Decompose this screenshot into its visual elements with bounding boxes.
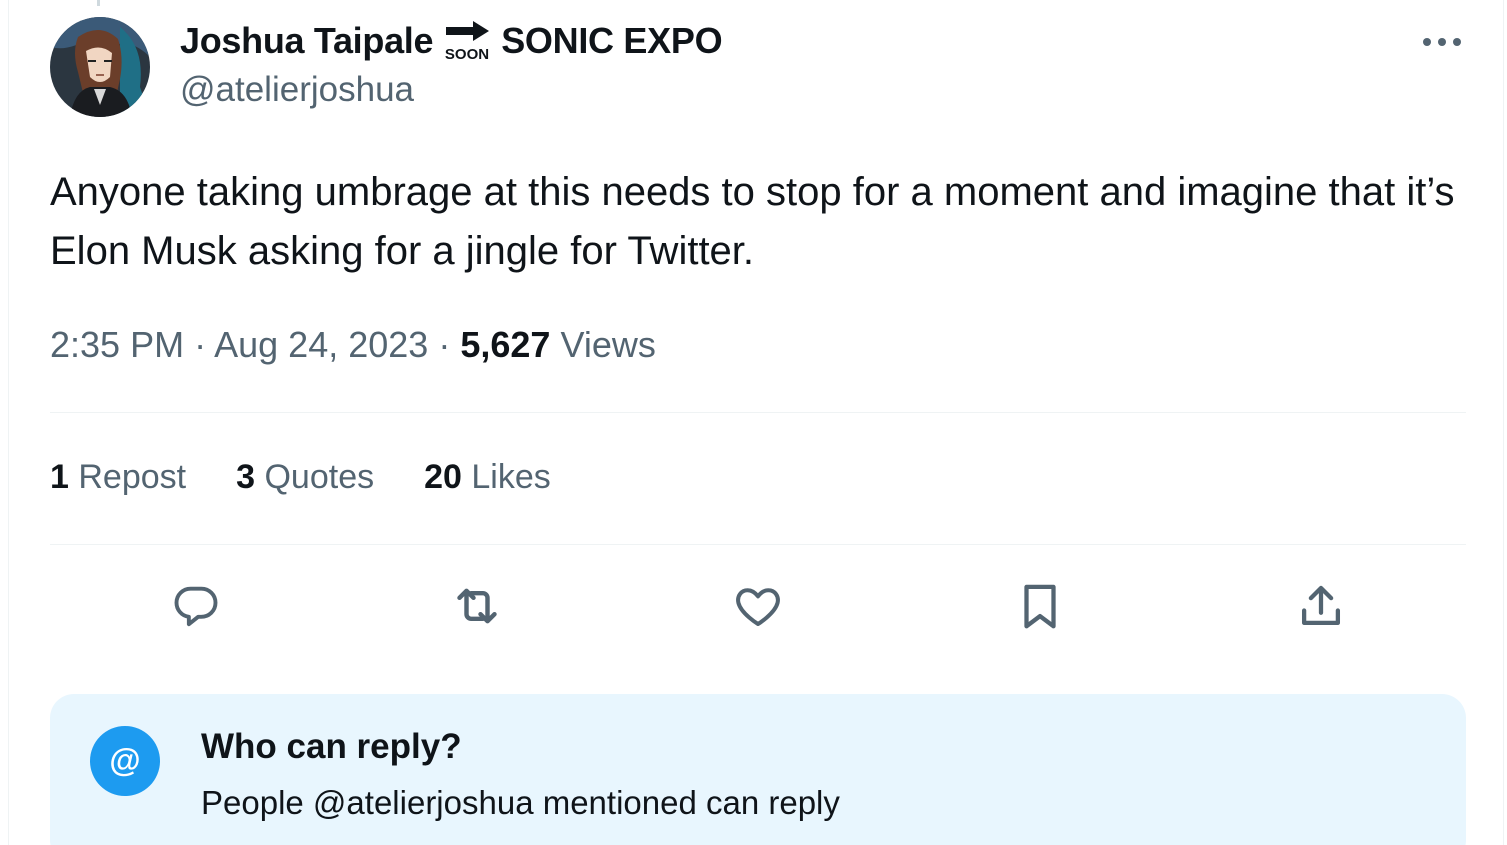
reply-button[interactable]	[168, 578, 224, 634]
divider	[50, 544, 1466, 545]
like-icon	[736, 588, 780, 627]
at-sign-glyph: @	[109, 742, 140, 778]
tweet-date[interactable]: Aug 24, 2023	[214, 324, 428, 365]
reply-settings-description: People @atelierjoshua mentioned can repl…	[201, 784, 840, 821]
soon-arrow-icon: SOON	[443, 18, 491, 64]
author-handle[interactable]: @atelierjoshua	[180, 70, 414, 110]
quotes-label: Quotes	[264, 458, 375, 496]
share-button[interactable]	[1293, 578, 1349, 634]
author-name-row: Joshua Taipale SOON SONIC EXPO	[180, 18, 723, 64]
tweet-meta-row: 2:35 PM · Aug 24, 2023 · 5,627 Views	[50, 324, 656, 366]
retweet-icon	[457, 588, 497, 624]
avatar[interactable]	[50, 17, 150, 117]
bookmark-button[interactable]	[1012, 578, 1068, 634]
repost-button[interactable]	[449, 578, 505, 634]
reply-icon	[174, 586, 218, 627]
at-sign-icon: @	[90, 726, 160, 796]
divider	[50, 412, 1466, 413]
views-count: 5,627	[460, 324, 551, 365]
engagement-stats: 1 Repost 3 Quotes 20 Likes	[50, 458, 601, 497]
like-button[interactable]	[730, 578, 786, 634]
reply-restriction-box: @ Who can reply? People @atelierjoshua m…	[50, 694, 1466, 845]
reply-settings-title: Who can reply?	[201, 727, 462, 766]
reposts-label: Repost	[78, 458, 187, 496]
more-options-button[interactable]	[1420, 24, 1464, 60]
bookmark-icon	[1024, 584, 1056, 629]
reposts-count: 1	[50, 458, 69, 496]
likes-count: 20	[424, 458, 462, 496]
quotes-count: 3	[236, 458, 256, 496]
meta-separator: ·	[194, 324, 207, 365]
views-label: Views	[560, 324, 656, 365]
tweet-time[interactable]: 2:35 PM	[50, 324, 184, 365]
reposts-stat[interactable]: 1 Repost	[50, 458, 186, 497]
author-display-name[interactable]: Joshua Taipale	[180, 20, 434, 62]
meta-separator: ·	[438, 324, 451, 365]
share-icon	[1301, 585, 1341, 626]
likes-stat[interactable]: 20 Likes	[424, 458, 551, 497]
soon-badge-text: SOON	[445, 46, 489, 63]
tweet-text: Anyone taking umbrage at this needs to s…	[50, 170, 1455, 273]
thread-connector-line	[97, 0, 100, 6]
more-dots-icon	[1423, 38, 1461, 46]
quotes-stat[interactable]: 3 Quotes	[236, 458, 374, 497]
likes-label: Likes	[471, 458, 551, 496]
author-name-suffix[interactable]: SONIC EXPO	[501, 20, 722, 62]
